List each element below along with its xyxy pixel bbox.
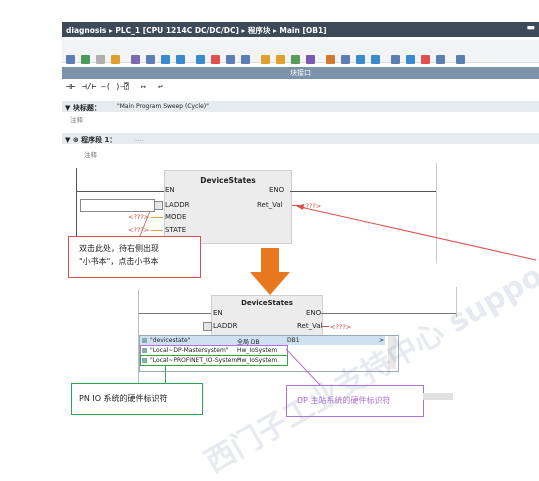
panel-footer-bar (423, 393, 453, 400)
dp-connector (285, 348, 321, 386)
